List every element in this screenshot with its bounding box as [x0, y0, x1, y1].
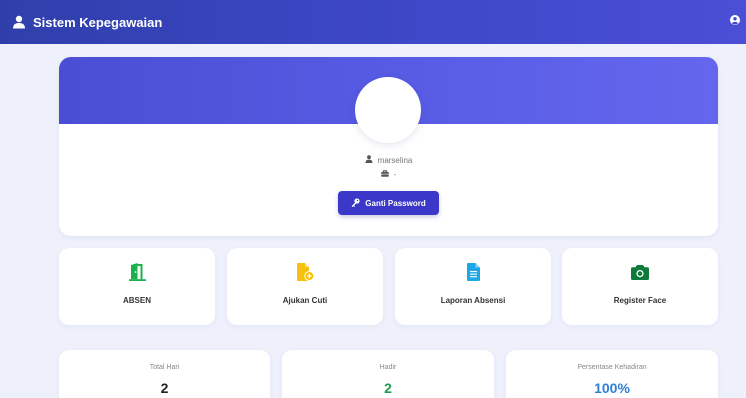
stat-label: Persentase Kehadiran [577, 364, 647, 371]
position-text: - [393, 170, 397, 179]
menu-card-absen[interactable]: ABSEN [59, 248, 215, 325]
change-password-button[interactable]: Ganti Password [338, 191, 439, 215]
user-icon [365, 155, 373, 165]
file-text-icon [466, 263, 480, 281]
username-text: marselina [377, 155, 413, 165]
stat-label: Total Hari [149, 364, 180, 371]
profile-card: marselina - Ganti Password [59, 57, 718, 236]
stat-card-persentase-kehadiran: Persentase Kehadiran 100% [506, 350, 718, 398]
username-line: marselina [59, 155, 718, 165]
stat-card-total-hari: Total Hari 2 [59, 350, 270, 398]
camera-icon [631, 263, 649, 281]
menu-card-laporan-absensi[interactable]: Laporan Absensi [395, 248, 551, 325]
key-icon [351, 197, 360, 209]
brand[interactable]: Sistem Kepegawaian [12, 15, 162, 30]
briefcase-icon [380, 169, 389, 179]
menu-card-register-face[interactable]: Register Face [562, 248, 718, 325]
position-line: - [59, 169, 718, 179]
stat-value: 2 [384, 380, 392, 396]
menu-label: Ajukan Cuti [282, 296, 328, 305]
menu-label: Laporan Absensi [440, 296, 506, 305]
stat-label: Hadir [379, 364, 397, 371]
top-navbar: Sistem Kepegawaian [0, 0, 746, 44]
stat-card-hadir: Hadir 2 [282, 350, 494, 398]
file-plus-icon [296, 263, 314, 281]
menu-card-ajukan-cuti[interactable]: Ajukan Cuti [227, 248, 383, 325]
user-icon [12, 15, 26, 29]
stat-value: 100% [594, 380, 630, 396]
door-open-icon [128, 263, 146, 281]
avatar [355, 77, 421, 143]
user-circle-icon[interactable] [730, 15, 740, 25]
stat-value: 2 [160, 380, 169, 396]
change-password-label: Ganti Password [365, 198, 426, 208]
menu-label: ABSEN [122, 296, 151, 305]
app-title: Sistem Kepegawaian [33, 14, 163, 30]
menu-label: Register Face [613, 296, 667, 305]
